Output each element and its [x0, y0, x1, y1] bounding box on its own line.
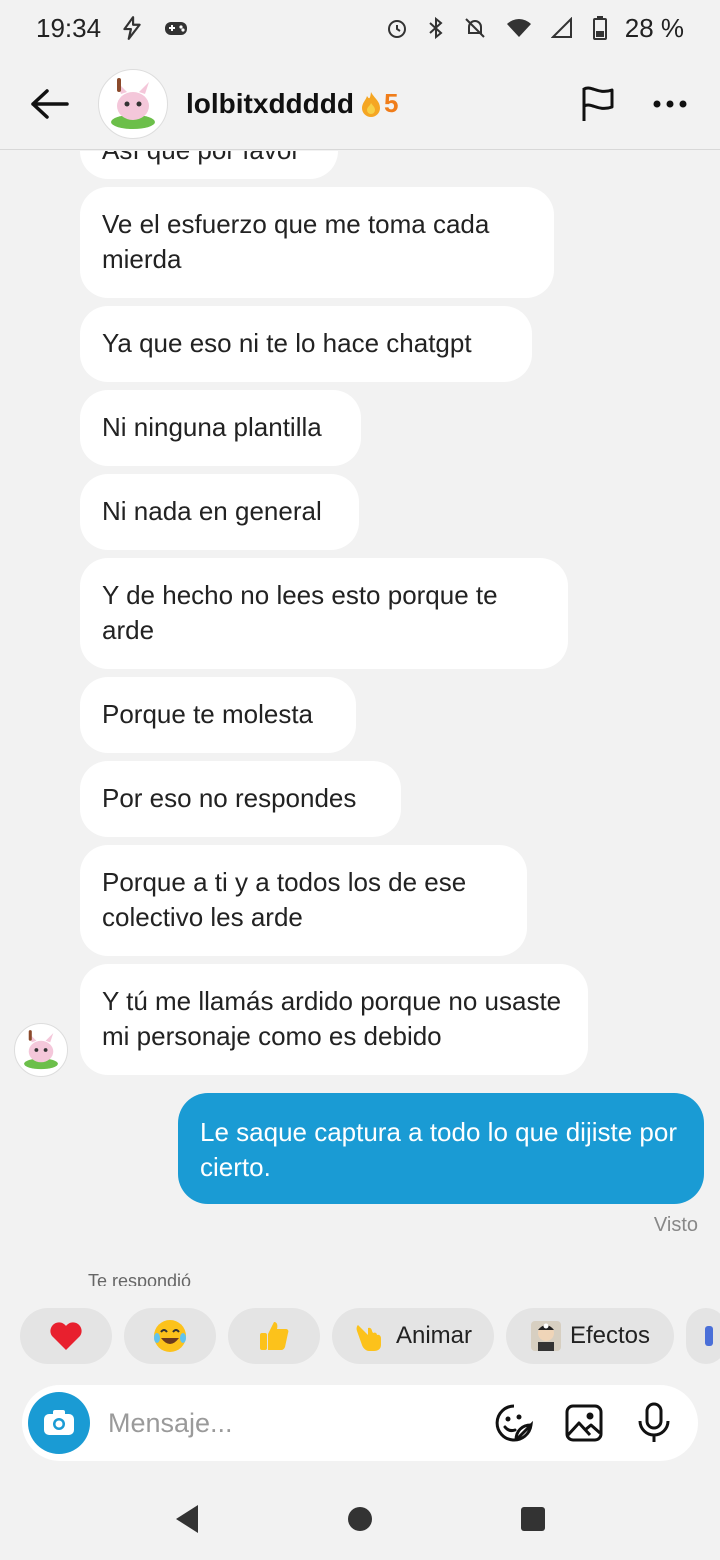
message-bubble[interactable]: Así que por favor — [80, 151, 338, 179]
more-dots-icon — [653, 100, 687, 107]
my-message-bubble[interactable]: Le saque captura a todo lo que dijiste p… — [178, 1093, 704, 1204]
camera-button[interactable] — [28, 1392, 90, 1454]
message-bubble[interactable]: Porque a ti y a todos los de ese colecti… — [80, 845, 527, 956]
gallery-button[interactable] — [562, 1401, 606, 1445]
message-list[interactable]: Así que por favor Ve el esfuerzo que me … — [0, 151, 720, 1286]
pointing-hand-icon — [356, 1325, 381, 1351]
streak-indicator: 5 — [360, 88, 398, 119]
nav-home-icon — [347, 1507, 372, 1531]
message-bubble[interactable]: Por eso no respondes — [80, 761, 401, 837]
heart-reaction-chip[interactable] — [20, 1308, 112, 1364]
message-bubble[interactable]: Ve el esfuerzo que me toma cada mierda — [80, 187, 554, 298]
laughing-reaction-chip[interactable] — [124, 1308, 216, 1364]
cattail-plant-avatar-icon — [111, 77, 155, 129]
image-icon — [565, 1404, 603, 1442]
efectos-chip[interactable]: Efectos — [506, 1308, 674, 1364]
nav-back-icon — [175, 1505, 198, 1533]
nav-recents-button[interactable] — [511, 1497, 555, 1541]
status-time: 19:34 — [36, 12, 102, 43]
message-bubble[interactable]: Y de hecho no lees esto porque te arde — [80, 558, 568, 669]
nav-recents-icon — [521, 1507, 546, 1531]
cattail-plant-avatar-icon — [24, 1030, 58, 1070]
thumbs-up-icon — [260, 1322, 289, 1350]
signal-icon — [550, 17, 575, 39]
more-options-button[interactable] — [648, 82, 692, 126]
status-bar: 19:34 28 % — [0, 0, 720, 56]
fire-icon — [361, 91, 380, 117]
battery-icon — [592, 16, 607, 40]
muted-bell-icon — [463, 16, 487, 40]
tears-of-joy-emoji-icon — [154, 1320, 186, 1352]
nav-back-button[interactable] — [165, 1497, 209, 1541]
gamepad-icon — [163, 17, 189, 39]
message-bubble[interactable]: Porque te molesta — [80, 677, 356, 753]
back-button[interactable] — [14, 69, 84, 139]
sticker-icon — [705, 1326, 713, 1346]
heart-icon — [50, 1322, 82, 1350]
composer-actions — [492, 1401, 676, 1445]
more-chip[interactable] — [686, 1308, 720, 1364]
message-input[interactable] — [106, 1406, 492, 1440]
status-left: 19:34 — [36, 13, 189, 44]
character-sticker-icon — [530, 1321, 561, 1351]
chat-header: lolbitxddddd 5 — [0, 58, 720, 150]
battery-level: 28 % — [624, 12, 684, 43]
animar-label: Animar — [395, 1322, 472, 1349]
nav-home-button[interactable] — [338, 1497, 382, 1541]
replied-label: Te respondió — [88, 1271, 192, 1286]
efectos-label: Efectos — [569, 1322, 651, 1349]
status-right: 28 % — [385, 13, 684, 44]
sender-avatar[interactable] — [14, 1023, 68, 1077]
animar-chip[interactable]: Animar — [332, 1308, 494, 1364]
message-composer — [22, 1385, 698, 1461]
message-bubble[interactable]: Ni ninguna plantilla — [80, 390, 361, 466]
bluetooth-icon — [427, 16, 445, 40]
alarm-icon — [385, 16, 409, 40]
microphone-icon — [638, 1402, 670, 1442]
header-actions — [576, 82, 692, 126]
sticker-button[interactable] — [492, 1401, 536, 1445]
wifi-icon — [505, 17, 533, 39]
seen-status: Visto — [653, 1214, 698, 1236]
sticker-smiley-icon — [495, 1404, 534, 1442]
lightning-icon — [119, 15, 145, 41]
message-bubble[interactable]: Y tú me llamás ardido porque no usaste m… — [80, 964, 588, 1075]
streak-count: 5 — [383, 88, 399, 118]
message-bubble[interactable]: Ya que eso ni te lo hace chatgpt — [80, 306, 532, 382]
camera-icon — [44, 1410, 74, 1435]
chat-username[interactable]: lolbitxddddd — [186, 88, 354, 120]
voice-button[interactable] — [632, 1401, 676, 1445]
message-bubble[interactable]: Ni nada en general — [80, 474, 359, 550]
flag-icon — [582, 86, 614, 121]
quick-reactions: Animar Efectos — [0, 1308, 720, 1364]
back-arrow-icon — [31, 88, 69, 119]
report-button[interactable] — [576, 82, 620, 126]
navigation-bar — [0, 1478, 720, 1560]
thumbs-up-reaction-chip[interactable] — [228, 1308, 320, 1364]
avatar[interactable] — [98, 68, 168, 139]
